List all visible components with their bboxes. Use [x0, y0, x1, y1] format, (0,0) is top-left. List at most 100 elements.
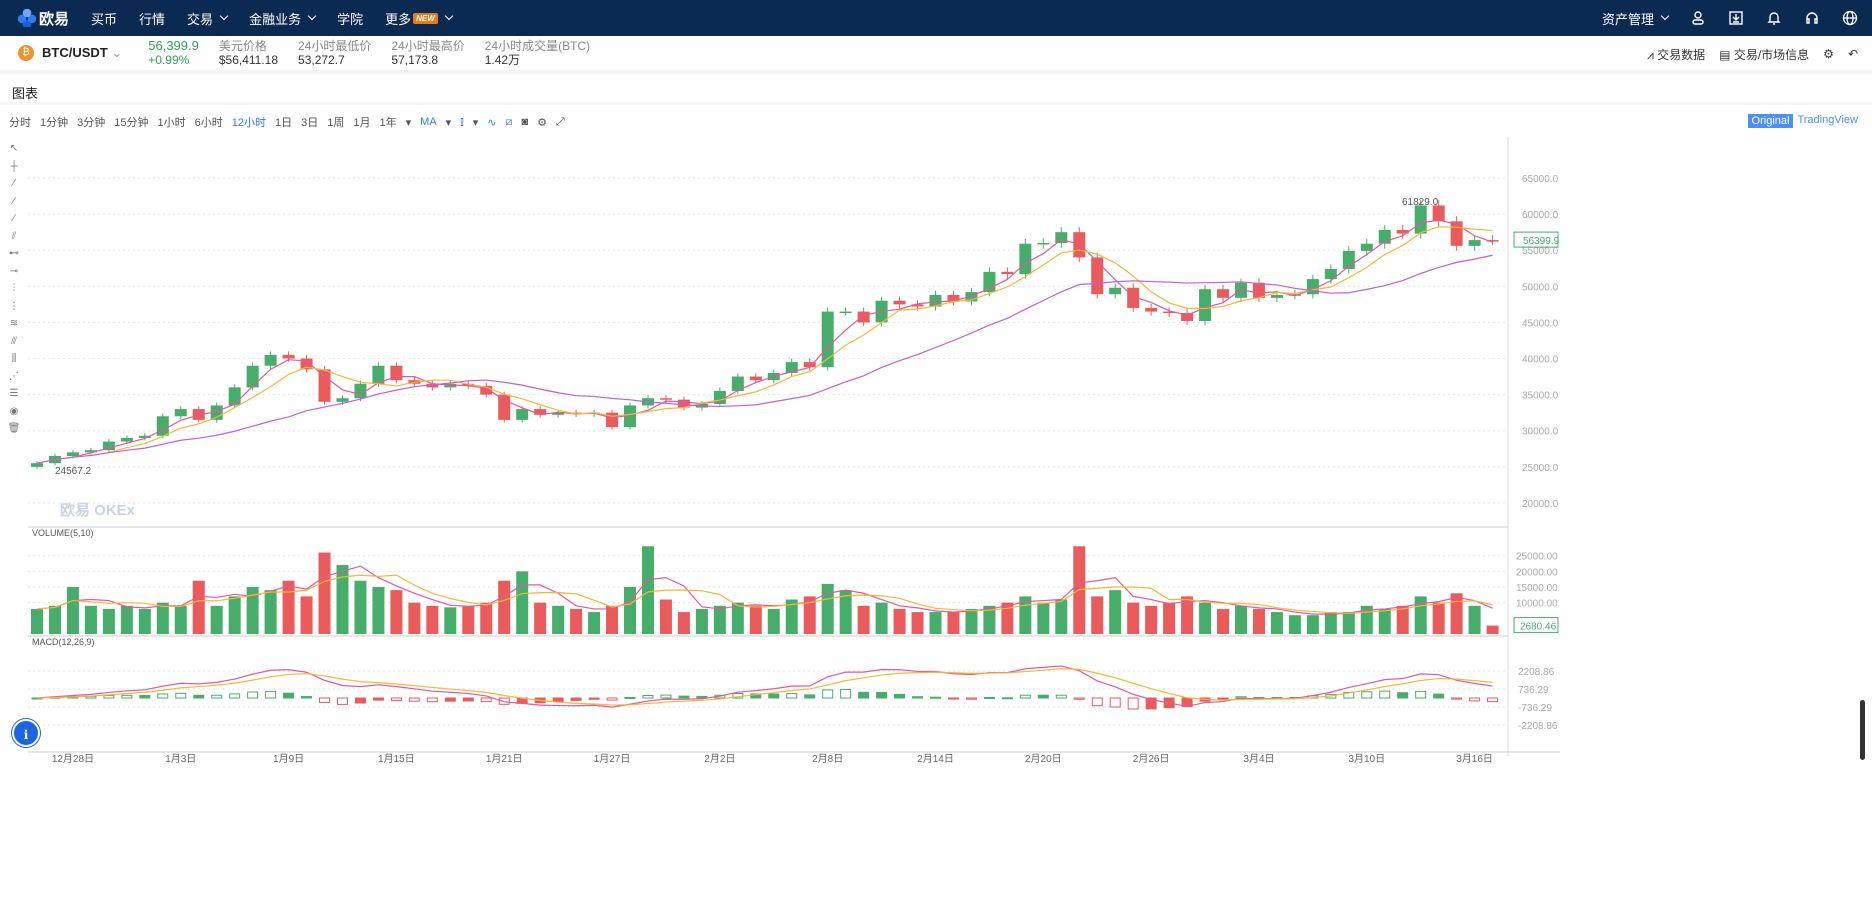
date-tick-label: 12月28日 [52, 753, 94, 765]
nav-item-buy[interactable]: 买币 [91, 9, 117, 28]
macd-label: MACD(12,26,9) [32, 637, 95, 647]
volume-bar [462, 605, 475, 634]
interval-7[interactable]: 1日 [275, 114, 292, 130]
macd-histogram-bar [678, 695, 690, 699]
macd-histogram-bar [1073, 697, 1085, 700]
chart-settings-icon[interactable]: ⚙ [537, 116, 547, 129]
candle [839, 311, 852, 314]
volume-bar [318, 552, 331, 634]
candle [66, 452, 79, 456]
macd-histogram-bar [1487, 697, 1499, 703]
interval-5[interactable]: 6小时 [195, 114, 223, 130]
info-button[interactable]: i [12, 719, 40, 747]
volume-bar [713, 605, 726, 634]
price-tick-label: 55000.0 [1522, 246, 1559, 257]
candle [1217, 289, 1230, 298]
nav-item-trade[interactable]: 交易 [187, 9, 229, 28]
market-info-link[interactable]: ▤ 交易/市场信息 [1719, 46, 1809, 63]
macd-histogram-bar [426, 697, 438, 703]
interval-9[interactable]: 1周 [327, 114, 344, 130]
macd-histogram-bar [1415, 690, 1427, 699]
nav-item-market[interactable]: 行情 [139, 9, 165, 28]
price-tick-label: 30000.0 [1522, 427, 1559, 438]
undo-icon[interactable]: ↶ [1848, 47, 1858, 61]
headset-icon[interactable] [1804, 10, 1820, 26]
asset-management-menu[interactable]: 资产管理 [1602, 9, 1670, 28]
candlestick-chart[interactable]: 欧易 OKEx 65000.0 60000.0 55000.0 50000.0 45000… [0, 137, 1872, 777]
trade-data-link[interactable]: ⩘ 交易数据 [1647, 46, 1705, 63]
interval-6[interactable]: 12小时 [232, 114, 266, 130]
volume-bar [300, 596, 313, 634]
price-tick-label: 50000.0 [1522, 282, 1559, 293]
volume-bar [606, 605, 619, 634]
last-price: 56,399.9 +0.99% [148, 38, 199, 68]
globe-icon[interactable] [1842, 10, 1858, 26]
interval-2[interactable]: 3分钟 [77, 114, 105, 130]
camera-icon[interactable]: ◙ [521, 116, 528, 128]
interval-10[interactable]: 1月 [353, 114, 370, 130]
price-tick-label: 45000.0 [1522, 318, 1559, 329]
candle [228, 387, 241, 406]
macd-histogram-bar [175, 692, 187, 699]
tradingview-button[interactable]: TradingView [1797, 114, 1858, 128]
original-view-button[interactable]: Original [1747, 114, 1794, 128]
indicator-dropdown[interactable]: ▾ [446, 116, 452, 129]
price-tick-label: 60000.0 [1522, 210, 1559, 221]
price-tick-label: 25000.0 [1522, 463, 1559, 474]
settings-icon[interactable]: ⚙ [1823, 47, 1834, 61]
macd-histogram-bar [390, 697, 402, 702]
last-price-label: 56399.9 [1523, 236, 1560, 247]
user-icon[interactable] [1690, 10, 1706, 26]
interval-1[interactable]: 1分钟 [40, 114, 68, 130]
candle-type-icon[interactable]: ⫾ [460, 116, 464, 129]
section-title: 图表 [0, 76, 1872, 105]
volume-bar [1252, 608, 1265, 634]
logo[interactable]: 欧易 [18, 8, 69, 29]
fullscreen-icon[interactable]: ⤢ [556, 116, 565, 129]
interval-4[interactable]: 1小时 [158, 114, 186, 130]
volume-bar [1127, 602, 1140, 634]
nav-item-finance[interactable]: 金融业务 [249, 9, 317, 28]
candle [893, 300, 906, 305]
ma-line-short [36, 219, 1493, 464]
nav-item-academy[interactable]: 学院 [337, 9, 363, 28]
candle [1091, 257, 1104, 295]
macd-histogram-bar [983, 696, 995, 699]
date-tick-label: 3月10日 [1348, 753, 1385, 765]
line-icon[interactable]: ∿ [487, 116, 496, 129]
volume-bar [1468, 605, 1481, 634]
pair-selector[interactable]: BTC/USDT ⌄ [42, 45, 122, 61]
interval-3[interactable]: 15分钟 [114, 114, 148, 130]
candle-type-dropdown[interactable]: ▾ [473, 116, 479, 129]
candle [246, 365, 259, 388]
chevron-down-icon [219, 11, 229, 21]
draw-icon[interactable]: ⧄ [505, 116, 512, 129]
stat-24h-low: 24小时最低价 53,272.7 [298, 39, 372, 67]
candle [1037, 242, 1050, 245]
scrollbar[interactable] [1860, 700, 1865, 760]
bell-icon[interactable] [1766, 10, 1782, 26]
volume-bar [1199, 602, 1212, 634]
volume-bar [138, 608, 151, 634]
volume-bar [821, 583, 834, 634]
indicator-ma-button[interactable]: MA [420, 116, 437, 128]
candle [659, 398, 672, 400]
candle [1360, 243, 1373, 251]
volume-bar [1324, 612, 1337, 634]
volume-bar [588, 612, 601, 634]
interval-11[interactable]: 1年 [380, 114, 397, 130]
download-icon[interactable] [1728, 10, 1744, 26]
macd-dea-line [36, 668, 1493, 706]
more-intervals-dropdown[interactable]: ▾ [406, 116, 412, 129]
volume-bar [102, 608, 115, 634]
candle [282, 354, 295, 359]
chevron-down-icon [307, 11, 317, 21]
macd-histogram-bar [139, 695, 151, 699]
macd-tick-label: 2208.86 [1518, 667, 1555, 678]
volume-bar [426, 605, 439, 634]
interval-0[interactable]: 分时 [9, 114, 31, 130]
interval-8[interactable]: 3日 [301, 114, 318, 130]
price-tick-label: 65000.0 [1522, 174, 1559, 185]
nav-item-more[interactable]: 更多 NEW [385, 9, 454, 28]
macd-histogram-bar [480, 697, 492, 703]
